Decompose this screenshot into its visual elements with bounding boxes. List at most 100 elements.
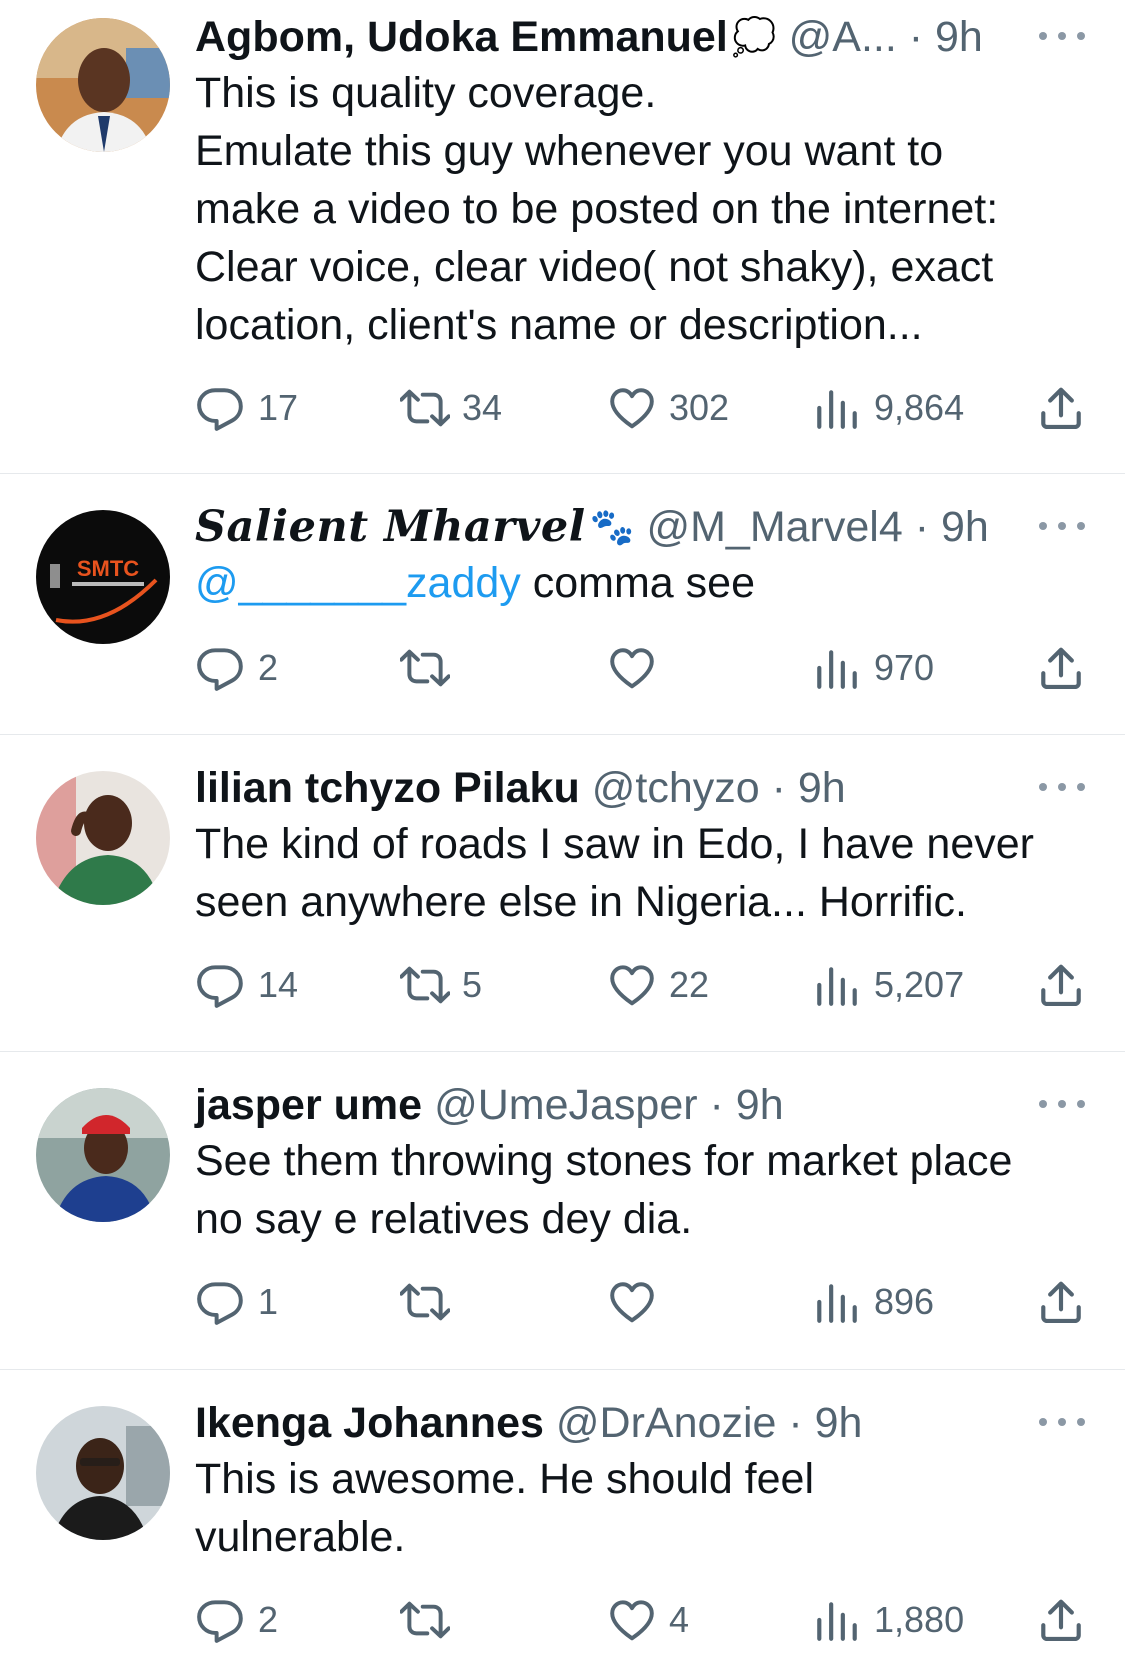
retweet-count: 34 xyxy=(462,387,503,428)
avatar[interactable] xyxy=(36,771,170,905)
like-count: 4 xyxy=(669,1599,690,1640)
divider xyxy=(0,1051,1125,1052)
retweet-icon xyxy=(400,383,450,433)
tweet-text: This is quality coverage. Emulate this g… xyxy=(195,64,1095,354)
retweet-button[interactable] xyxy=(400,1590,450,1650)
mention-link[interactable]: @_______zaddy xyxy=(195,559,521,607)
reply-button[interactable]: 14 xyxy=(196,955,298,1015)
reply-icon xyxy=(196,643,246,693)
views-button[interactable]: 896 xyxy=(812,1272,934,1332)
avatar[interactable] xyxy=(36,18,170,152)
retweet-count: 5 xyxy=(462,964,483,1005)
author-handle[interactable]: @M_Marvel4 · 9h xyxy=(646,500,988,554)
retweet-icon xyxy=(400,960,450,1010)
action-bar: 2 970 xyxy=(0,638,1125,698)
reply-button[interactable]: 2 xyxy=(196,1590,278,1650)
tweet-text: The kind of roads I saw in Edo, I have n… xyxy=(195,815,1095,931)
views-button[interactable]: 5,207 xyxy=(812,955,964,1015)
share-button[interactable] xyxy=(1036,1272,1086,1332)
more-options-icon[interactable] xyxy=(1039,772,1085,802)
retweet-button[interactable] xyxy=(400,638,450,698)
like-button[interactable]: 22 xyxy=(607,955,709,1015)
divider xyxy=(0,734,1125,735)
author-name[interactable]: Ikenga Johannes xyxy=(195,1396,544,1450)
reply-button[interactable]: 17 xyxy=(196,378,298,438)
author-handle[interactable]: @DrAnozie · 9h xyxy=(556,1396,863,1450)
tweet-text-line: no say e relatives dey dia. xyxy=(195,1195,693,1243)
bar-chart-icon xyxy=(812,1277,862,1327)
action-bar: 17 34 302 9,864 xyxy=(0,378,1125,438)
tweet-header: Agbom, Udoka Emmanuel 💭 @A... · 9h xyxy=(195,10,1095,64)
author-name[interactable]: Salient Mharvel xyxy=(195,500,586,554)
thought-bubble-emoji: 💭 xyxy=(731,16,777,57)
like-button[interactable]: 4 xyxy=(607,1590,689,1650)
views-button[interactable]: 1,880 xyxy=(812,1590,964,1650)
tweet-text-line: location, client's name or description..… xyxy=(195,301,923,349)
tweet-text-line: The kind of roads I saw in Edo, I have n… xyxy=(195,820,1034,868)
avatar-logo-text: SMTC xyxy=(77,556,139,581)
retweet-button[interactable]: 34 xyxy=(400,378,502,438)
reply-count: 2 xyxy=(258,1599,279,1640)
more-options-icon[interactable] xyxy=(1039,21,1085,51)
tweet-header: jasper ume @UmeJasper · 9h xyxy=(195,1078,1095,1132)
tweet-text: @_______zaddy comma see xyxy=(195,554,1095,612)
share-button[interactable] xyxy=(1036,638,1086,698)
reply-icon xyxy=(196,1277,246,1327)
author-name[interactable]: lilian tchyzo Pilaku xyxy=(195,761,580,815)
like-button[interactable] xyxy=(607,638,657,698)
tweet-text: This is awesome. He should feel vulnerab… xyxy=(195,1450,1095,1566)
more-options-icon[interactable] xyxy=(1039,511,1085,541)
tweet-text-line: Clear voice, clear video( not shaky), ex… xyxy=(195,243,994,291)
retweet-icon xyxy=(400,1595,450,1645)
share-button[interactable] xyxy=(1036,378,1086,438)
tweet-text-line: This is quality coverage. xyxy=(195,69,657,117)
reply-count: 2 xyxy=(258,647,279,688)
views-button[interactable]: 970 xyxy=(812,638,934,698)
like-count: 22 xyxy=(669,964,710,1005)
action-bar: 2 4 1,880 xyxy=(0,1590,1125,1650)
more-options-icon[interactable] xyxy=(1039,1089,1085,1119)
tweet-text-line: Emulate this guy whenever you want to xyxy=(195,127,944,175)
author-handle[interactable]: @UmeJasper · 9h xyxy=(434,1078,784,1132)
view-count: 5,207 xyxy=(874,964,965,1005)
bar-chart-icon xyxy=(812,1595,862,1645)
more-options-icon[interactable] xyxy=(1039,1407,1085,1437)
reply-button[interactable]: 2 xyxy=(196,638,278,698)
tweet-text-line: seen anywhere else in Nigeria... Horrifi… xyxy=(195,878,967,926)
like-count: 302 xyxy=(669,387,730,428)
bar-chart-icon xyxy=(812,960,862,1010)
tweet-text-line: comma see xyxy=(520,559,755,607)
tweet-header: lilian tchyzo Pilaku @tchyzo · 9h xyxy=(195,761,1095,815)
retweet-icon xyxy=(400,643,450,693)
like-button[interactable]: 302 xyxy=(607,378,729,438)
reply-count: 1 xyxy=(258,1281,279,1322)
share-icon xyxy=(1036,643,1086,693)
reply-icon xyxy=(196,960,246,1010)
tweet-text-line: make a video to be posted on the interne… xyxy=(195,185,999,233)
tweet-text-line: vulnerable. xyxy=(195,1513,406,1561)
reply-icon xyxy=(196,1595,246,1645)
heart-icon xyxy=(607,1595,657,1645)
avatar[interactable]: SMTC xyxy=(36,510,170,644)
action-bar: 14 5 22 5,207 xyxy=(0,955,1125,1015)
heart-icon xyxy=(607,960,657,1010)
bar-chart-icon xyxy=(812,383,862,433)
divider xyxy=(0,1369,1125,1370)
author-handle[interactable]: @tchyzo · 9h xyxy=(592,761,846,815)
retweet-button[interactable]: 5 xyxy=(400,955,482,1015)
retweet-button[interactable] xyxy=(400,1272,450,1332)
bar-chart-icon xyxy=(812,643,862,693)
author-name[interactable]: jasper ume xyxy=(195,1078,422,1132)
author-handle[interactable]: @A... · 9h xyxy=(789,10,983,64)
share-button[interactable] xyxy=(1036,955,1086,1015)
author-name[interactable]: Agbom, Udoka Emmanuel xyxy=(195,10,728,64)
reply-button[interactable]: 1 xyxy=(196,1272,278,1332)
like-button[interactable] xyxy=(607,1272,657,1332)
heart-icon xyxy=(607,643,657,693)
share-icon xyxy=(1036,1277,1086,1327)
view-count: 1,880 xyxy=(874,1599,965,1640)
share-button[interactable] xyxy=(1036,1590,1086,1650)
avatar[interactable] xyxy=(36,1088,170,1222)
avatar[interactable] xyxy=(36,1406,170,1540)
views-button[interactable]: 9,864 xyxy=(812,378,964,438)
